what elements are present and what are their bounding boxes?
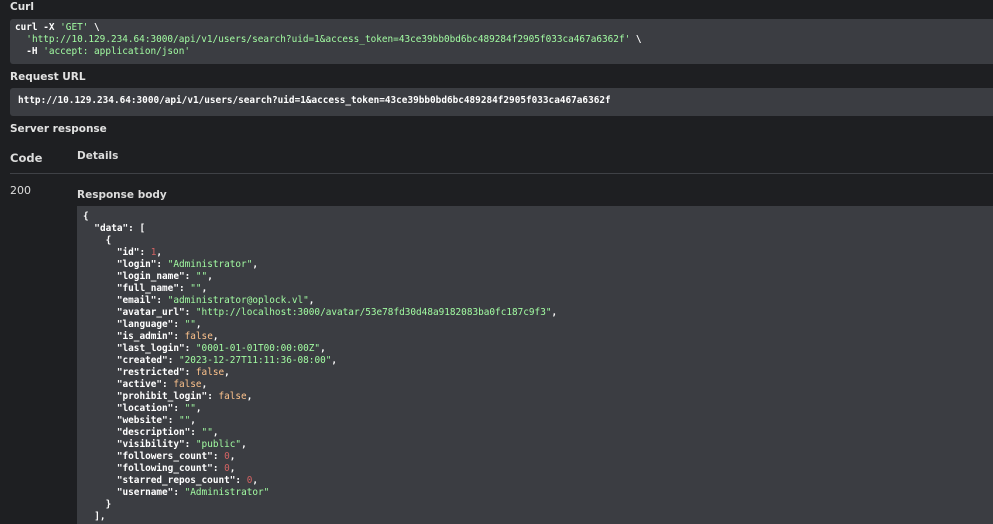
json-key: "id"	[116, 247, 140, 258]
response-status-code: 200	[10, 184, 31, 197]
json-key: "website"	[116, 415, 168, 426]
json-field-line: "visibility": "public",	[116, 439, 247, 450]
json-key: "starred_repos_count"	[116, 475, 236, 486]
json-field-line: "website": "",	[116, 415, 196, 426]
json-field-line: "login": "Administrator",	[116, 259, 259, 270]
json-value: ""	[201, 427, 213, 438]
json-key: "email"	[116, 295, 157, 306]
json-value: 1	[150, 247, 157, 258]
json-value: ""	[178, 415, 191, 426]
json-value: false	[218, 391, 247, 402]
curl-url: 'http://10.129.234.64:3000/api/v1/users/…	[26, 34, 631, 45]
response-body-label: Response body	[77, 189, 167, 201]
json-value: "Administrator"	[184, 487, 270, 498]
curl-method: 'GET'	[60, 22, 89, 33]
json-key: "login"	[116, 259, 157, 270]
json-field-line: "id": 1,	[116, 247, 163, 258]
json-value: ""	[184, 403, 196, 414]
response-body-box[interactable]: { "data": [ { "id": 1, "login": "Adminis…	[77, 206, 993, 524]
json-key: "is_admin"	[116, 331, 174, 342]
json-key: "following_count"	[116, 463, 213, 474]
json-value: "Administrator"	[167, 259, 253, 270]
json-value: "0001-01-01T00:00:00Z"	[195, 343, 321, 354]
json-field-line: "login_name": "",	[116, 271, 213, 282]
json-key: "full_name"	[116, 283, 179, 294]
json-value: ""	[190, 283, 202, 294]
json-value: "2023-12-27T11:11:36-08:00"	[178, 355, 332, 366]
curl-header-value: 'accept: application/json'	[43, 46, 190, 57]
json-field-line: "language": "",	[116, 319, 202, 330]
json-field-line: "description": "",	[116, 427, 219, 438]
json-value: false	[184, 331, 213, 342]
curl-header-flag: -H	[15, 46, 44, 57]
json-key: "visibility"	[116, 439, 185, 450]
json-field-line: "following_count": 0,	[116, 463, 236, 474]
json-key: "restricted"	[116, 367, 185, 378]
json-field-line: "active": false,	[116, 379, 208, 390]
json-field-line: "followers_count": 0,	[116, 451, 236, 462]
json-key: "last_login"	[116, 343, 185, 354]
request-url-box[interactable]: http://10.129.234.64:3000/api/v1/users/s…	[10, 88, 993, 116]
json-key: "prohibit_login"	[116, 391, 208, 402]
json-field-line: "is_admin": false,	[116, 331, 219, 342]
json-field-line: "location": "",	[116, 403, 202, 414]
curl-line1-tail: \	[88, 22, 100, 33]
json-key: "avatar_url"	[116, 307, 185, 318]
json-key: "username"	[116, 487, 174, 498]
swagger-response-panel: Curl curl -X 'GET' \ 'http://10.129.234.…	[0, 0, 993, 524]
table-divider	[10, 173, 993, 174]
json-key: "language"	[116, 319, 174, 330]
json-key: "active"	[116, 379, 163, 390]
json-value: 0	[246, 475, 253, 486]
json-value: "http://localhost:3000/avatar/53e78fd30d…	[195, 307, 552, 318]
json-key: "login_name"	[116, 271, 185, 282]
json-key: "created"	[116, 355, 168, 366]
json-field-line: "avatar_url": "http://localhost:3000/ava…	[116, 307, 558, 318]
details-column-header: Details	[77, 150, 119, 162]
json-field-line: "username": "Administrator"	[116, 487, 270, 498]
json-field-line: "created": "2023-12-27T11:11:36-08:00",	[116, 355, 338, 366]
json-field-line: "prohibit_login": false,	[116, 391, 253, 402]
json-value: false	[195, 367, 225, 378]
json-value: "administrator@oplock.vl"	[167, 295, 309, 306]
json-field-line: "full_name": "",	[116, 283, 208, 294]
server-response-label: Server response	[10, 123, 107, 135]
json-value: ""	[184, 319, 196, 330]
json-field-line: "last_login": "0001-01-01T00:00:00Z",	[116, 343, 326, 354]
json-field-line: "email": "administrator@oplock.vl",	[116, 295, 315, 306]
json-value: "public"	[195, 439, 242, 450]
json-key: "location"	[116, 403, 174, 414]
json-value: ""	[195, 271, 208, 282]
curl-cmd-text: curl -X	[15, 22, 61, 33]
json-key: "followers_count"	[116, 451, 213, 462]
curl-label: Curl	[10, 1, 34, 13]
code-column-header: Code	[10, 151, 43, 165]
curl-command-box[interactable]: curl -X 'GET' \ 'http://10.129.234.64:30…	[10, 19, 993, 64]
curl-line2-tail: \	[630, 34, 642, 45]
json-field-line: "restricted": false,	[116, 367, 230, 378]
json-value: false	[173, 379, 202, 390]
json-value: 0	[224, 451, 230, 462]
json-field-line: "starred_repos_count": 0,	[116, 475, 259, 486]
request-url-label: Request URL	[10, 71, 86, 83]
json-key: "description"	[116, 427, 191, 438]
json-value: 0	[224, 463, 230, 474]
